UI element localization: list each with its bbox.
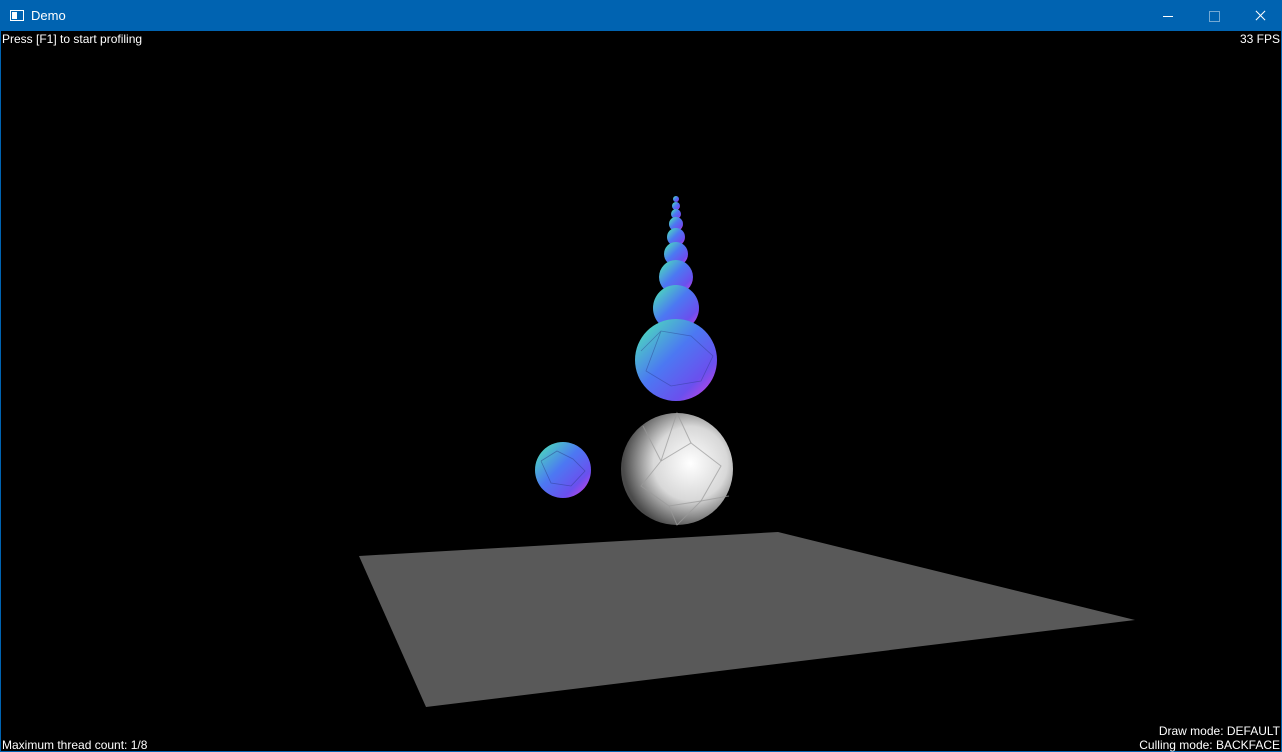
close-button[interactable] xyxy=(1237,1,1282,31)
render-mode-info: Draw mode: DEFAULT Culling mode: BACKFAC… xyxy=(1139,724,1280,752)
floor-plane xyxy=(359,532,1135,707)
window-title: Demo xyxy=(31,8,66,23)
thread-count-label: Maximum thread count: 1/8 xyxy=(2,738,148,752)
white-sphere xyxy=(621,411,733,526)
culling-mode-label: Culling mode: BACKFACE xyxy=(1139,738,1280,752)
app-window: Demo Press [F1] to start profiling 33 FP… xyxy=(0,0,1282,752)
maximize-button[interactable] xyxy=(1191,1,1237,31)
rainbow-sphere-stack xyxy=(635,196,717,401)
title-bar[interactable]: Demo xyxy=(1,1,1281,31)
render-viewport[interactable]: Press [F1] to start profiling 33 FPS Max… xyxy=(1,31,1281,752)
draw-mode-label: Draw mode: DEFAULT xyxy=(1158,724,1280,738)
minimize-button[interactable] xyxy=(1145,1,1191,31)
3d-scene xyxy=(359,196,1135,707)
profiling-hint: Press [F1] to start profiling xyxy=(2,32,143,46)
small-rainbow-sphere xyxy=(535,442,591,498)
fps-counter: 33 FPS xyxy=(1239,32,1280,46)
window-app-icon[interactable] xyxy=(10,10,24,21)
